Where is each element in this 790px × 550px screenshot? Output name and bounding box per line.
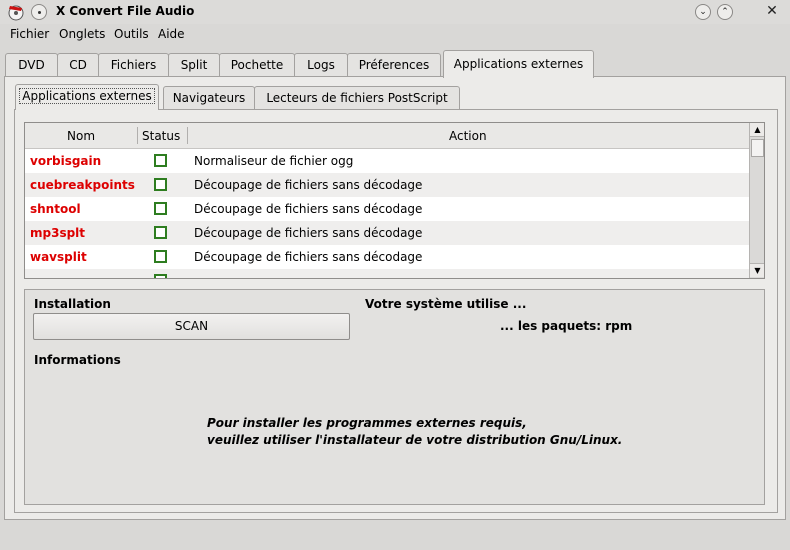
menu-onglets[interactable]: Onglets bbox=[59, 27, 105, 41]
list-row[interactable]: shntool Découpage de fichiers sans décod… bbox=[25, 197, 749, 221]
menu-outils[interactable]: Outils bbox=[114, 27, 149, 41]
minimize-button[interactable]: ⌄ bbox=[695, 4, 711, 20]
app-action: Découpage de fichiers sans décodage bbox=[194, 226, 423, 240]
app-action: Découpage de fichiers sans décodage bbox=[194, 202, 423, 216]
scroll-up-icon[interactable]: ▲ bbox=[750, 123, 764, 137]
installation-label: Installation bbox=[34, 297, 111, 311]
app-name: cuebreakpoints bbox=[30, 178, 135, 192]
app-action: Découpage de fichiers sans décodage bbox=[194, 250, 423, 264]
tab-split[interactable]: Split bbox=[168, 53, 220, 77]
informations-label: Informations bbox=[34, 353, 121, 367]
menu-fichier[interactable]: Fichier bbox=[10, 27, 49, 41]
status-checkbox[interactable] bbox=[154, 250, 167, 263]
column-separator[interactable] bbox=[137, 127, 138, 144]
tab-cd[interactable]: CD bbox=[57, 53, 99, 77]
app-name: wavsplit bbox=[30, 250, 87, 264]
subtab-navigateurs[interactable]: Navigateurs bbox=[163, 86, 255, 109]
window-menu-button[interactable] bbox=[31, 4, 47, 20]
tab-pochette[interactable]: Pochette bbox=[219, 53, 295, 77]
status-checkbox[interactable] bbox=[154, 226, 167, 239]
subtab-applications-externes-label: Applications externes bbox=[19, 88, 155, 104]
app-action: Normaliseur de fichier ogg bbox=[194, 154, 354, 168]
list-row[interactable]: cuebreakpoints Découpage de fichiers san… bbox=[25, 173, 749, 197]
subtab-applications-externes[interactable]: Applications externes bbox=[15, 84, 159, 110]
app-logo-icon[interactable] bbox=[7, 3, 25, 21]
status-strip bbox=[0, 526, 790, 550]
list-row[interactable]: vorbisgain Normaliseur de fichier ogg bbox=[25, 149, 749, 173]
tab-logs[interactable]: Logs bbox=[294, 53, 348, 77]
list-scrollbar[interactable]: ▲ ▼ bbox=[749, 123, 764, 278]
status-checkbox[interactable] bbox=[154, 202, 167, 215]
list-row[interactable]: mp3splt Découpage de fichiers sans décod… bbox=[25, 221, 749, 245]
menu-aide[interactable]: Aide bbox=[158, 27, 185, 41]
app-action: Découpage de fichiers sans décodage bbox=[194, 178, 423, 192]
tab-applications-externes[interactable]: Applications externes bbox=[443, 50, 594, 78]
tab-fichiers[interactable]: Fichiers bbox=[98, 53, 169, 77]
info-text-line1: Pour installer les programmes externes r… bbox=[207, 416, 527, 430]
scroll-down-icon[interactable]: ▼ bbox=[750, 263, 764, 277]
list-row-partial[interactable] bbox=[25, 269, 749, 278]
close-icon[interactable]: ✕ bbox=[764, 3, 780, 19]
scroll-thumb[interactable] bbox=[751, 139, 764, 157]
status-checkbox[interactable] bbox=[154, 178, 167, 191]
tab-preferences[interactable]: Préferences bbox=[347, 53, 441, 77]
column-separator[interactable] bbox=[187, 127, 188, 144]
column-header-nom[interactable]: Nom bbox=[67, 129, 95, 143]
list-row[interactable]: wavsplit Découpage de fichiers sans déco… bbox=[25, 245, 749, 269]
window-title: X Convert File Audio bbox=[56, 4, 195, 18]
system-label: Votre système utilise ... bbox=[365, 297, 527, 311]
tab-dvd[interactable]: DVD bbox=[5, 53, 58, 77]
subtab-lecteurs-postscript[interactable]: Lecteurs de fichiers PostScript bbox=[254, 86, 460, 109]
status-checkbox[interactable] bbox=[154, 274, 167, 278]
packages-label: ... les paquets: rpm bbox=[500, 319, 633, 333]
column-header-status[interactable]: Status bbox=[142, 129, 180, 143]
column-header-action[interactable]: Action bbox=[449, 129, 487, 143]
app-name: mp3splt bbox=[30, 226, 86, 240]
scan-button[interactable]: SCAN bbox=[33, 313, 350, 340]
app-name: shntool bbox=[30, 202, 81, 216]
info-text-line2: veuillez utiliser l'installateur de votr… bbox=[207, 433, 623, 447]
list-header: Nom Status Action bbox=[25, 123, 749, 149]
external-apps-list[interactable]: Nom Status Action vorbisgain Normaliseur… bbox=[24, 122, 765, 279]
maximize-button[interactable]: ⌃ bbox=[717, 4, 733, 20]
app-name: vorbisgain bbox=[30, 154, 102, 168]
status-checkbox[interactable] bbox=[154, 154, 167, 167]
